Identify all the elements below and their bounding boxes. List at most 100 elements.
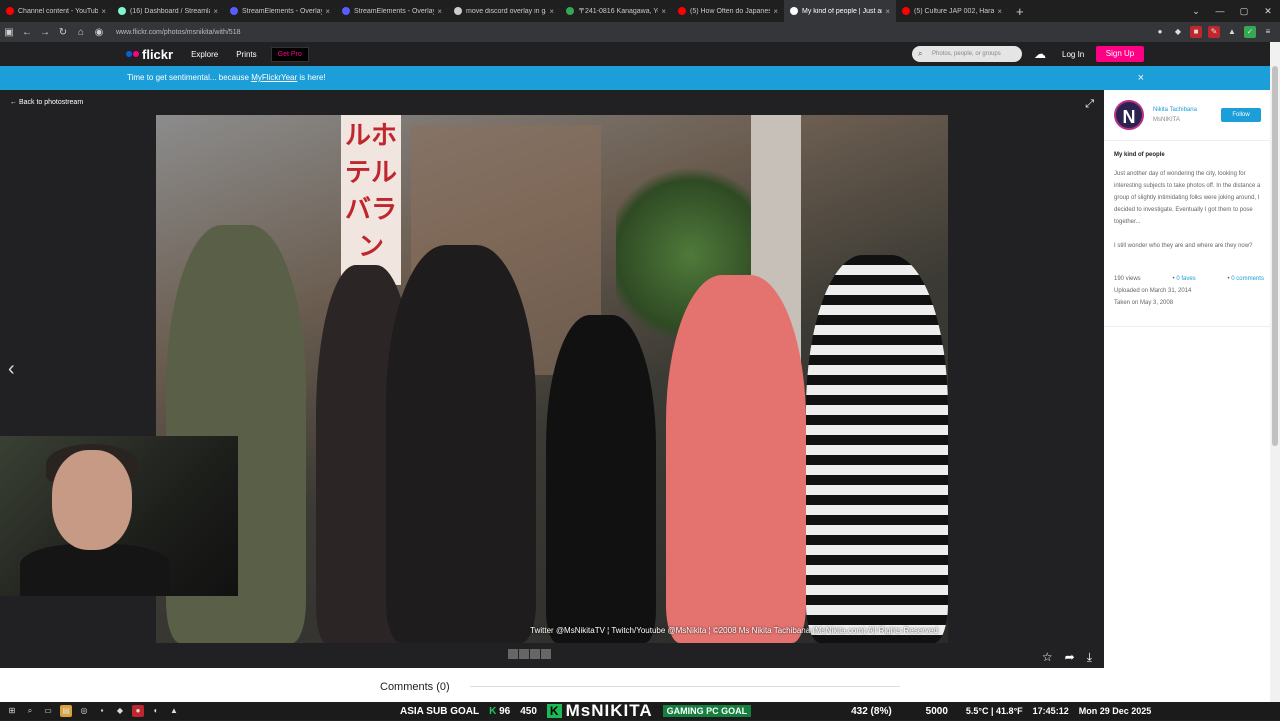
tab-search-icon[interactable]: ⌄ xyxy=(1184,0,1208,22)
site-info-icon[interactable]: ◉ xyxy=(90,27,108,38)
upload-cloud-icon[interactable]: ☁ xyxy=(1034,47,1046,61)
back-to-photostream-link[interactable]: ← Back to photostream xyxy=(10,99,83,106)
browser-tab[interactable]: (5) How Often do Japanese Peo× xyxy=(672,0,784,22)
avatar[interactable]: N xyxy=(1114,100,1144,130)
tab-title: move discord overlay in game xyxy=(466,7,546,15)
maximize-icon[interactable]: ▢ xyxy=(1232,0,1256,22)
task-view-icon[interactable]: ▭ xyxy=(42,705,54,717)
reload-icon[interactable]: ↻ xyxy=(54,27,72,38)
description-paragraph: Just another day of wondering the city, … xyxy=(1114,171,1261,225)
nav-prints[interactable]: Prints xyxy=(236,50,256,59)
share-icon[interactable]: ➦ xyxy=(1065,650,1075,665)
tab-title: StreamElements - Overlays xyxy=(242,7,323,15)
search-icon[interactable]: ⌕ xyxy=(24,705,36,717)
comments-heading: Comments (0) xyxy=(380,681,450,693)
comments-section: Comments (0) xyxy=(0,668,1270,702)
sign-text: ルホテル バラン xyxy=(344,120,397,261)
clock-time: 17:45:12 xyxy=(1032,706,1069,716)
main-photo[interactable]: ルホテル バラン Twitter @MsNikitaTV ¦ Twitch/Yo… xyxy=(156,115,948,643)
thumbnail[interactable] xyxy=(519,649,529,659)
extension-icon[interactable]: ▲ xyxy=(1226,26,1238,38)
download-icon[interactable]: ⤓ xyxy=(1087,650,1092,665)
streamelements-icon xyxy=(342,7,350,15)
photo-person xyxy=(806,255,948,643)
url-field[interactable]: www.flickr.com/photos/msnikita/with/518 xyxy=(116,29,241,36)
extension-icon[interactable]: ✎ xyxy=(1208,26,1220,38)
previous-photo-icon[interactable]: ‹ xyxy=(8,358,15,381)
scrollbar-thumb[interactable] xyxy=(1272,66,1278,446)
close-icon[interactable]: × xyxy=(437,7,442,16)
thumbnail[interactable] xyxy=(541,649,551,659)
back-label: Back to photostream xyxy=(18,99,84,106)
faves-link[interactable]: 0 faves xyxy=(1176,276,1195,282)
app-icon[interactable]: ▲ xyxy=(168,705,180,717)
taken-date: Taken on May 3, 2008 xyxy=(1114,300,1174,306)
thumbnail[interactable] xyxy=(508,649,518,659)
browser-tab[interactable]: Channel content - YouTube Studio× xyxy=(0,0,112,22)
close-icon[interactable]: × xyxy=(773,7,778,16)
close-icon[interactable]: × xyxy=(101,7,106,16)
browser-tab[interactable]: (16) Dashboard / Streamlabs× xyxy=(112,0,224,22)
flickr-logo[interactable]: flickr xyxy=(126,47,173,62)
discord-icon[interactable]: ◐ xyxy=(150,705,162,717)
close-icon[interactable]: × xyxy=(213,7,218,16)
announcement-banner: Time to get sentimental... because MyFli… xyxy=(0,66,1270,90)
browser-tab[interactable]: 〒241-0816 Kanagawa, Yokohama× xyxy=(560,0,672,22)
photo-description: Just another day of wondering the city, … xyxy=(1114,168,1262,264)
browser-tab[interactable]: (5) Culture JAP 002, Harajuku go× xyxy=(896,0,1008,22)
app-icon[interactable]: ◆ xyxy=(114,705,126,717)
close-icon[interactable]: × xyxy=(997,7,1002,16)
close-icon[interactable]: × xyxy=(661,7,666,16)
logo-blue-dot xyxy=(126,51,132,57)
close-banner-icon[interactable]: × xyxy=(1138,66,1144,90)
home-icon[interactable]: ⌂ xyxy=(72,27,90,38)
brand-k-icon: K xyxy=(546,704,562,718)
get-pro-button[interactable]: Get Pro xyxy=(270,46,309,62)
extension-icon[interactable]: ◆ xyxy=(1172,26,1184,38)
new-tab-button[interactable]: + xyxy=(1008,4,1032,19)
file-explorer-icon[interactable]: ▤ xyxy=(60,705,72,717)
close-icon[interactable]: × xyxy=(885,7,890,16)
close-window-icon[interactable]: ✕ xyxy=(1256,0,1280,22)
forward-icon[interactable]: → xyxy=(36,27,54,38)
page-scrollbar[interactable] xyxy=(1270,42,1280,702)
login-link[interactable]: Log In xyxy=(1062,50,1084,59)
sidebar-toggle-icon[interactable]: ▣ xyxy=(0,27,18,38)
extension-icon[interactable]: ● xyxy=(1154,26,1166,38)
back-icon[interactable]: ← xyxy=(18,27,36,38)
minimize-icon[interactable]: — xyxy=(1208,0,1232,22)
browser-tab[interactable]: StreamElements - Overlays × xyxy=(336,0,448,22)
streamelements-icon xyxy=(230,7,238,15)
nav-explore[interactable]: Explore xyxy=(191,50,218,59)
author-name[interactable]: Nikita Tachibana xyxy=(1153,107,1197,113)
close-icon[interactable]: × xyxy=(325,7,330,16)
star-icon[interactable]: ☆ xyxy=(1042,650,1053,665)
banner-link[interactable]: MyFlickrYear xyxy=(251,73,297,82)
signup-button[interactable]: Sign Up xyxy=(1096,46,1144,62)
menu-icon[interactable]: ≡ xyxy=(1262,26,1274,38)
search-input[interactable]: ⌕ Photos, people, or groups xyxy=(912,46,1022,62)
windows-start-icon[interactable]: ⊞ xyxy=(6,705,18,717)
browser-tab[interactable]: StreamElements - Overlays × xyxy=(224,0,336,22)
browser-icon[interactable]: ● xyxy=(132,705,144,717)
photo-person xyxy=(546,315,656,643)
close-icon[interactable]: × xyxy=(549,7,554,16)
divider xyxy=(470,686,900,687)
follow-button[interactable]: Follow xyxy=(1221,108,1261,122)
photo-hotel-sign: ルホテル バラン xyxy=(341,115,401,285)
sub-goal-label: ASIA SUB GOAL xyxy=(400,705,480,717)
webcam-face xyxy=(52,450,132,550)
obs-icon[interactable]: ◎ xyxy=(78,705,90,717)
extension-icon[interactable]: ■ xyxy=(1190,26,1202,38)
fullscreen-icon[interactable]: ⤢ xyxy=(1085,98,1094,111)
logo-text: flickr xyxy=(142,46,174,62)
comments-link[interactable]: 0 comments xyxy=(1231,276,1264,282)
browser-tab[interactable]: move discord overlay in game× xyxy=(448,0,560,22)
gaming-goal-label: GAMING PC GOAL xyxy=(662,705,752,717)
terminal-icon[interactable]: ▪ xyxy=(96,705,108,717)
photo-thumbnails xyxy=(508,649,551,659)
thumbnail[interactable] xyxy=(530,649,540,659)
extension-icon[interactable]: ✓ xyxy=(1244,26,1256,38)
arrow-left-icon: ← xyxy=(10,99,19,106)
browser-tab-active[interactable]: My kind of people | Just another× xyxy=(784,0,896,22)
